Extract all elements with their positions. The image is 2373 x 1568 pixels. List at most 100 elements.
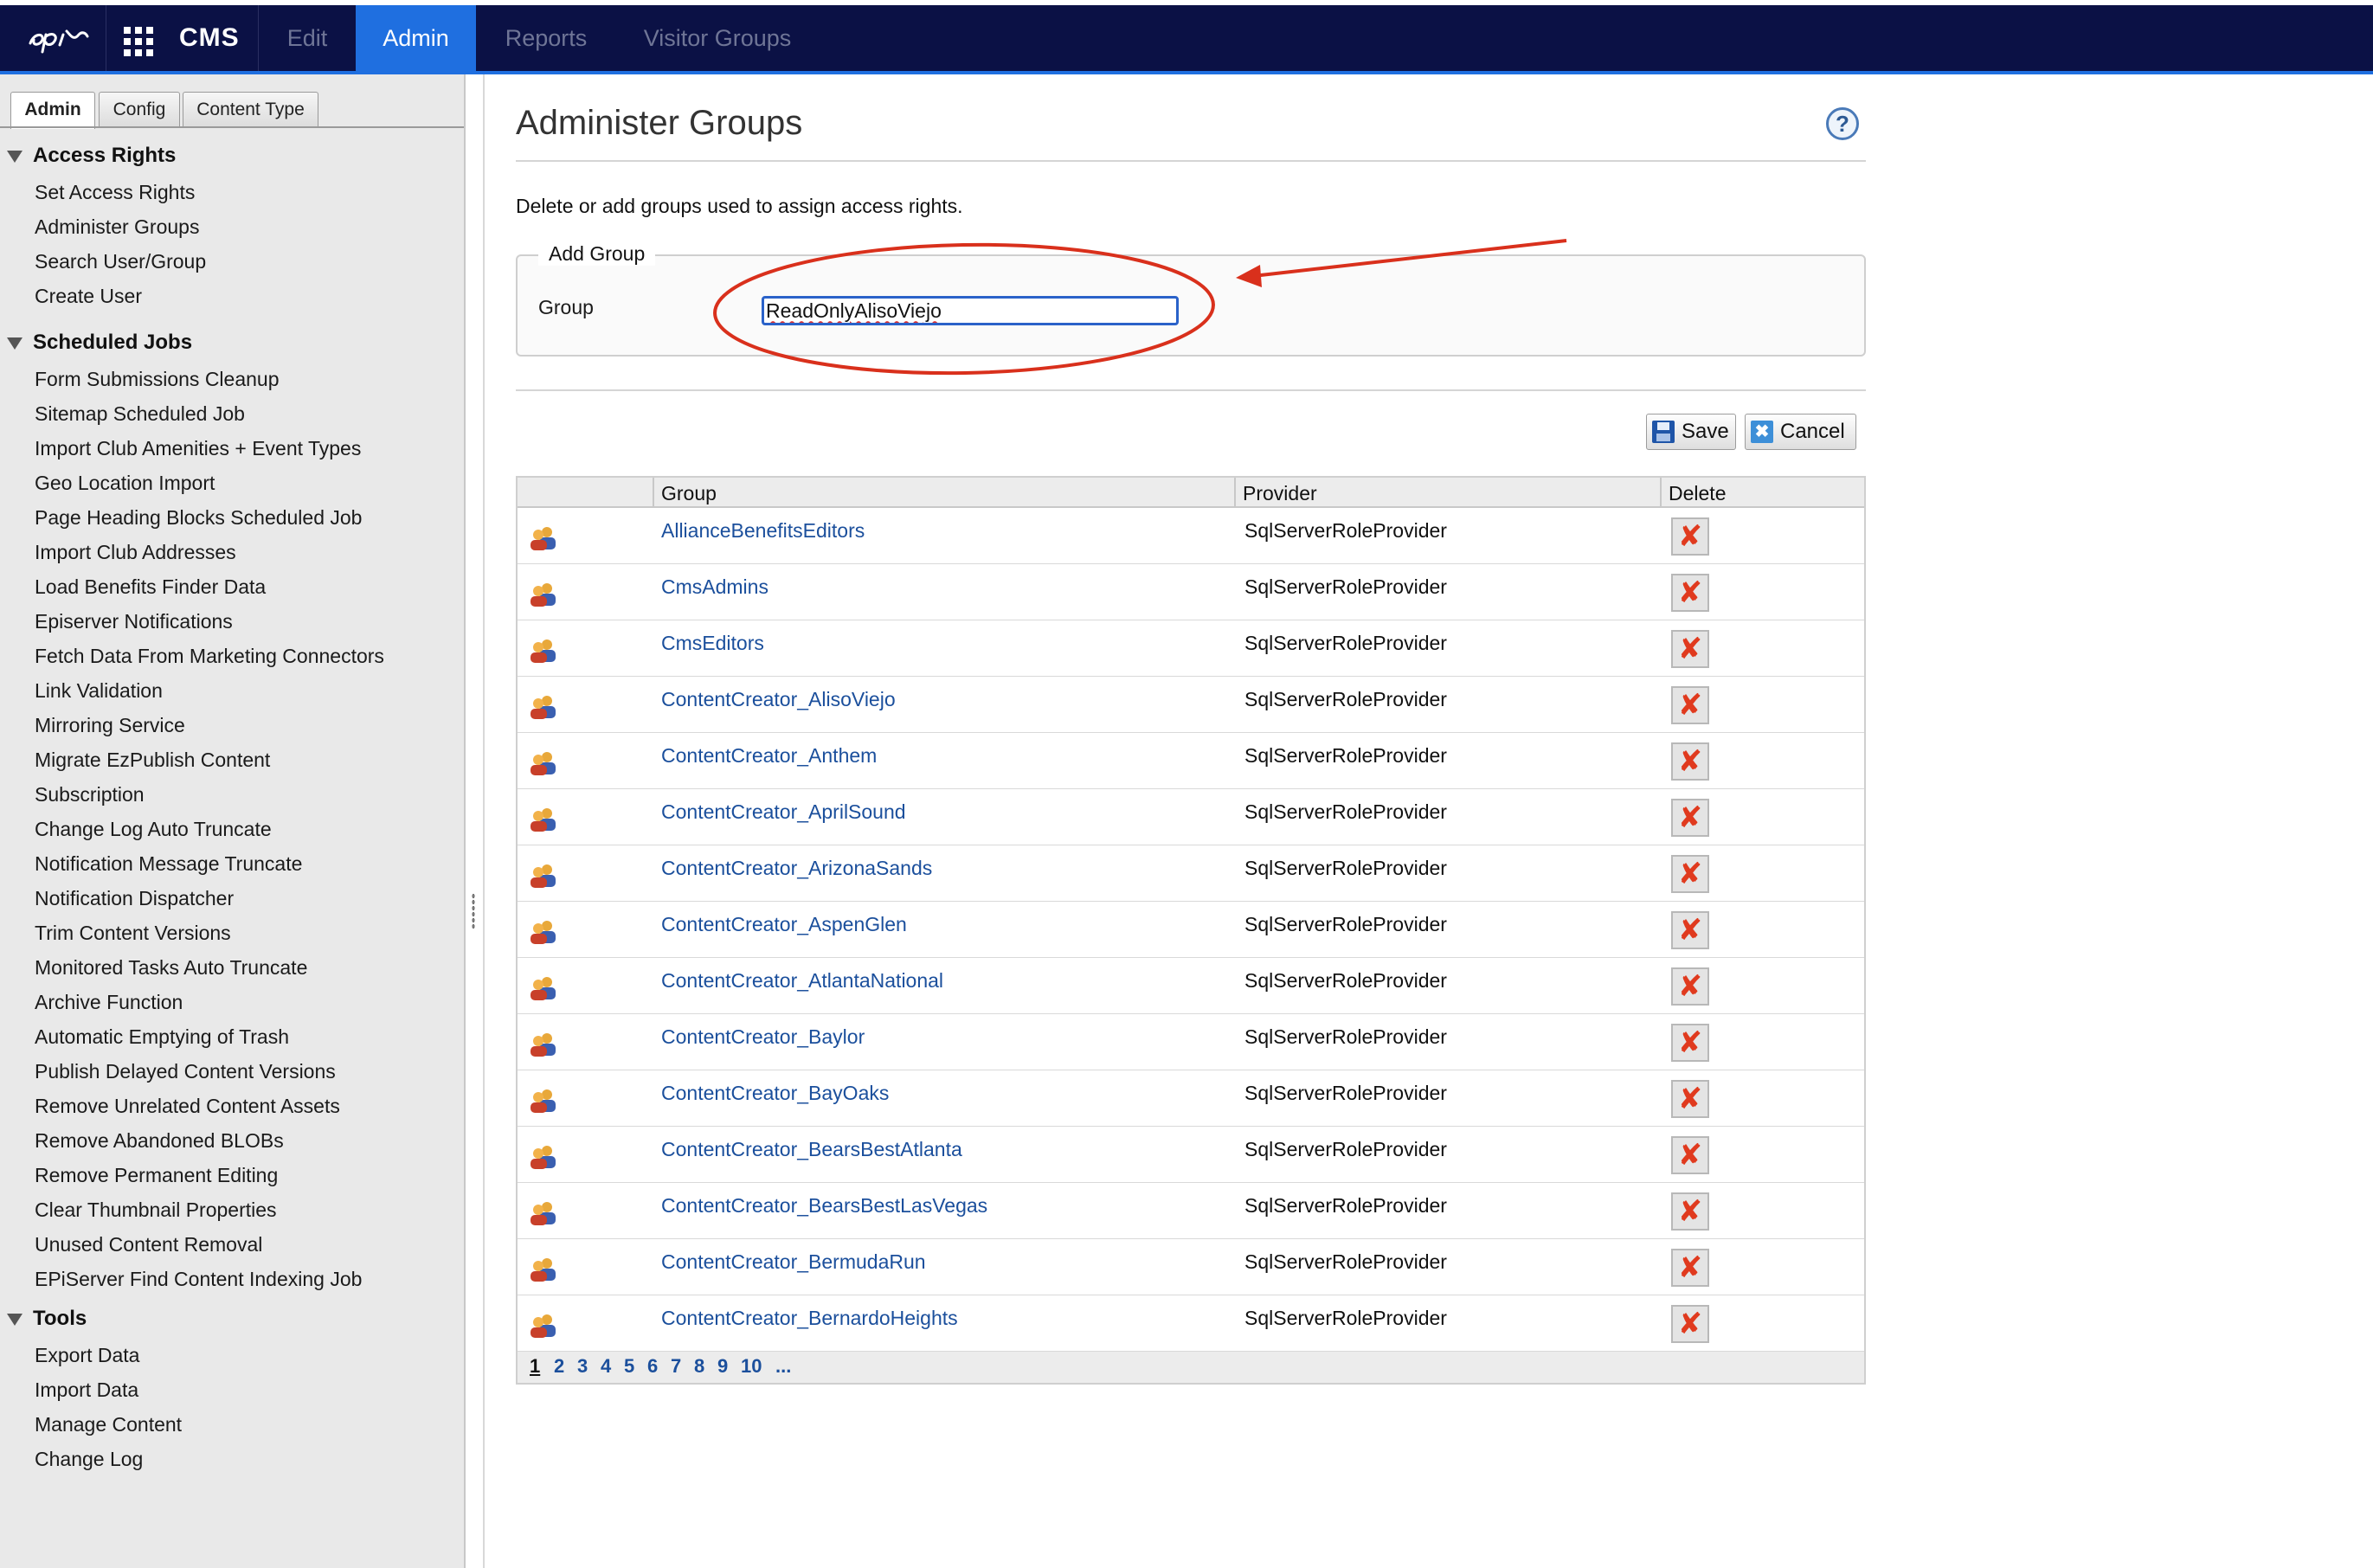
group-name-link[interactable]: ContentCreator_BayOaks [661, 1082, 889, 1105]
group-name-link[interactable]: ContentCreator_Anthem [661, 744, 877, 768]
sidebar-item[interactable]: Subscription [35, 783, 145, 806]
nav-tab-reports[interactable]: Reports [485, 5, 608, 71]
sidebar-item[interactable]: Fetch Data From Marketing Connectors [35, 645, 384, 668]
epi-logo[interactable] [16, 5, 104, 71]
sidebar-item[interactable]: Change Log [35, 1448, 143, 1471]
pager-link[interactable]: 1 [530, 1355, 540, 1378]
sidebar-item[interactable]: Publish Delayed Content Versions [35, 1060, 336, 1083]
delete-group-button[interactable]: ✘ [1671, 1024, 1709, 1062]
sidebar-item[interactable]: Geo Location Import [35, 472, 215, 495]
sidebar-item[interactable]: Export Data [35, 1344, 139, 1367]
group-name-link[interactable]: ContentCreator_ArizonaSands [661, 857, 932, 880]
sidebar-item[interactable]: Form Submissions Cleanup [35, 368, 280, 391]
group-name-link[interactable]: ContentCreator_AlisoViejo [661, 688, 896, 711]
sidebar-section-header[interactable]: Tools [7, 1307, 87, 1331]
group-name-link[interactable]: AllianceBenefitsEditors [661, 519, 865, 543]
sidebar-item[interactable]: Change Log Auto Truncate [35, 818, 272, 841]
nav-tab-edit[interactable]: Edit [260, 5, 355, 71]
sidebar-item[interactable]: Remove Permanent Editing [35, 1164, 278, 1187]
group-name-link[interactable]: ContentCreator_BermudaRun [661, 1250, 926, 1274]
pager-link[interactable]: 5 [624, 1355, 634, 1378]
group-name-link[interactable]: CmsAdmins [661, 575, 768, 599]
pager-link[interactable]: 10 [741, 1355, 762, 1378]
group-name-link[interactable]: ContentCreator_BearsBestLasVegas [661, 1194, 987, 1218]
group-name-input[interactable] [762, 296, 1179, 325]
group-name-link[interactable]: ContentCreator_Baylor [661, 1025, 865, 1049]
sidebar-item[interactable]: Notification Dispatcher [35, 887, 234, 910]
delete-group-button[interactable]: ✘ [1671, 742, 1709, 781]
sidebar-item[interactable]: Import Club Addresses [35, 541, 236, 564]
delete-group-button[interactable]: ✘ [1671, 630, 1709, 668]
sidebar-item[interactable]: Remove Abandoned BLOBs [35, 1129, 284, 1153]
sidebar-item[interactable]: Import Data [35, 1378, 138, 1402]
delete-group-button[interactable]: ✘ [1671, 799, 1709, 837]
sidebar-item[interactable]: EPiServer Find Content Indexing Job [35, 1268, 362, 1291]
sidebar-item[interactable]: Monitored Tasks Auto Truncate [35, 956, 307, 980]
user-group-icon [528, 1200, 559, 1226]
group-name-link[interactable]: CmsEditors [661, 632, 764, 655]
sidebar-item[interactable]: Load Benefits Finder Data [35, 575, 266, 599]
nav-tab-visitor-groups[interactable]: Visitor Groups [623, 5, 812, 71]
sidebar-tab-content-type[interactable]: Content Type [183, 92, 318, 127]
cancel-button[interactable]: ✖ Cancel [1745, 414, 1856, 450]
collapse-triangle-icon[interactable] [7, 150, 23, 163]
delete-group-button[interactable]: ✘ [1671, 967, 1709, 1006]
sidebar-item[interactable]: Trim Content Versions [35, 922, 231, 945]
pager-link[interactable]: 9 [717, 1355, 728, 1378]
sidebar-item[interactable]: Mirroring Service [35, 714, 185, 737]
sidebar-item[interactable]: Automatic Emptying of Trash [35, 1025, 289, 1049]
group-provider: SqlServerRoleProvider [1244, 519, 1447, 542]
delete-group-button[interactable]: ✘ [1671, 686, 1709, 724]
sidebar-section-header[interactable]: Access Rights [7, 144, 176, 168]
sidebar-tab-admin[interactable]: Admin [10, 92, 95, 129]
group-name-link[interactable]: ContentCreator_AprilSound [661, 800, 906, 824]
delete-group-button[interactable]: ✘ [1671, 855, 1709, 893]
sidebar-item[interactable]: Notification Message Truncate [35, 852, 302, 876]
delete-group-button[interactable]: ✘ [1671, 517, 1709, 556]
sidebar-item[interactable]: Remove Unrelated Content Assets [35, 1095, 340, 1118]
table-header-group[interactable]: Group [653, 478, 1234, 506]
app-grid-icon[interactable] [124, 27, 153, 56]
group-name-link[interactable]: ContentCreator_BearsBestAtlanta [661, 1138, 962, 1161]
sidebar-item[interactable]: Import Club Amenities + Event Types [35, 437, 361, 460]
group-name-link[interactable]: ContentCreator_BernardoHeights [661, 1307, 958, 1330]
pager-link[interactable]: 7 [671, 1355, 681, 1378]
pager-link[interactable]: ... [775, 1355, 791, 1378]
save-button[interactable]: Save [1646, 414, 1736, 450]
sidebar-item[interactable]: Archive Function [35, 991, 183, 1014]
sidebar-tab-config[interactable]: Config [99, 92, 180, 127]
sidebar-item[interactable]: Clear Thumbnail Properties [35, 1198, 277, 1222]
sidebar-item[interactable]: Search User/Group [35, 250, 206, 273]
sidebar-item[interactable]: Manage Content [35, 1413, 182, 1436]
delete-group-button[interactable]: ✘ [1671, 1080, 1709, 1118]
pager-link[interactable]: 6 [647, 1355, 658, 1378]
delete-group-button[interactable]: ✘ [1671, 574, 1709, 612]
sidebar-section-header[interactable]: Scheduled Jobs [7, 331, 192, 355]
delete-group-button[interactable]: ✘ [1671, 1305, 1709, 1343]
delete-group-button[interactable]: ✘ [1671, 1136, 1709, 1174]
sidebar-item[interactable]: Page Heading Blocks Scheduled Job [35, 506, 362, 530]
delete-group-button[interactable]: ✘ [1671, 1192, 1709, 1231]
pager-link[interactable]: 8 [694, 1355, 704, 1378]
sidebar-item[interactable]: Link Validation [35, 679, 163, 703]
sidebar-item[interactable]: Create User [35, 285, 142, 308]
pager-link[interactable]: 2 [554, 1355, 564, 1378]
sidebar-item[interactable]: Administer Groups [35, 215, 199, 239]
nav-tab-admin[interactable]: Admin [356, 5, 476, 71]
sidebar-item[interactable]: Episerver Notifications [35, 610, 233, 633]
group-name-link[interactable]: ContentCreator_AtlantaNational [661, 969, 943, 993]
sidebar-item[interactable]: Set Access Rights [35, 181, 195, 204]
collapse-triangle-icon[interactable] [7, 337, 23, 350]
group-name-link[interactable]: ContentCreator_AspenGlen [661, 913, 907, 936]
pager-link[interactable]: 4 [601, 1355, 611, 1378]
sidebar-item[interactable]: Unused Content Removal [35, 1233, 262, 1256]
table-header-provider[interactable]: Provider [1234, 478, 1660, 506]
pager-link[interactable]: 3 [577, 1355, 588, 1378]
sidebar-item[interactable]: Sitemap Scheduled Job [35, 402, 245, 426]
delete-group-button[interactable]: ✘ [1671, 1249, 1709, 1287]
help-icon[interactable]: ? [1826, 107, 1859, 140]
collapse-triangle-icon[interactable] [7, 1313, 23, 1326]
pane-resize-handle[interactable] [472, 893, 475, 929]
delete-group-button[interactable]: ✘ [1671, 911, 1709, 949]
sidebar-item[interactable]: Migrate EzPublish Content [35, 749, 270, 772]
